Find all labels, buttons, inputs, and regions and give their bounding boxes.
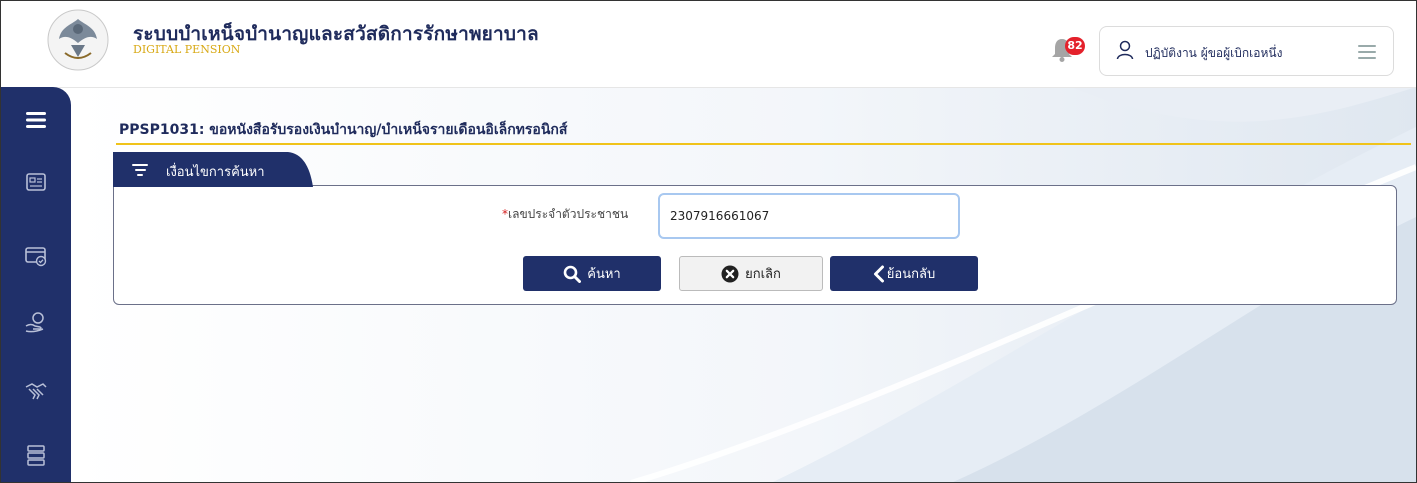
notification-badge[interactable]: 82 (1065, 37, 1085, 55)
user-name: ปฏิบัติงาน ผู้ขอผู้เบิกเอหนึ่ง (1145, 46, 1283, 60)
database-icon[interactable] (23, 442, 49, 468)
search-button[interactable]: ค้นหา (523, 256, 661, 291)
garuda-emblem-icon (47, 9, 109, 71)
hamburger-menu-icon[interactable] (23, 107, 49, 133)
hand-money-icon[interactable] (23, 309, 49, 335)
card-check-icon[interactable] (23, 243, 49, 269)
citizen-id-label: *เลขประจำตัวประชาชน (502, 205, 628, 224)
page-title: PPSP1031: ขอหนังสือรับรองเงินบำนาญ/บำเหน… (119, 122, 568, 138)
search-button-label: ค้นหา (587, 267, 621, 282)
cancel-button-label: ยกเลิก (745, 267, 781, 282)
app-window: ระบบบำเหน็จบำนาญและสวัสดิการรักษาพยาบาล … (0, 0, 1417, 483)
close-circle-icon (721, 265, 739, 282)
chevron-left-icon (873, 265, 884, 282)
search-panel-title: เงื่อนไขการค้นหา (166, 165, 265, 180)
top-header: ระบบบำเหน็จบำนาญและสวัสดิการรักษาพยาบาล … (1, 1, 1416, 88)
citizen-id-label-text: เลขประจำตัวประชาชน (508, 207, 629, 221)
user-icon (1116, 40, 1134, 60)
sidebar (1, 87, 71, 482)
menu-icon[interactable] (1358, 45, 1376, 59)
search-icon (563, 265, 582, 283)
title-divider (116, 143, 1411, 145)
citizen-id-input[interactable] (658, 193, 960, 239)
back-button[interactable]: ย้อนกลับ (830, 256, 978, 291)
handshake-icon[interactable] (23, 379, 49, 405)
system-subtitle: DIGITAL PENSION (133, 43, 241, 56)
back-button-label: ย้อนกลับ (886, 267, 936, 282)
filter-icon (132, 164, 148, 178)
user-menu[interactable]: ปฏิบัติงาน ผู้ขอผู้เบิกเอหนึ่ง (1099, 26, 1394, 76)
id-card-icon[interactable] (23, 169, 49, 195)
cancel-button[interactable]: ยกเลิก (679, 256, 823, 291)
